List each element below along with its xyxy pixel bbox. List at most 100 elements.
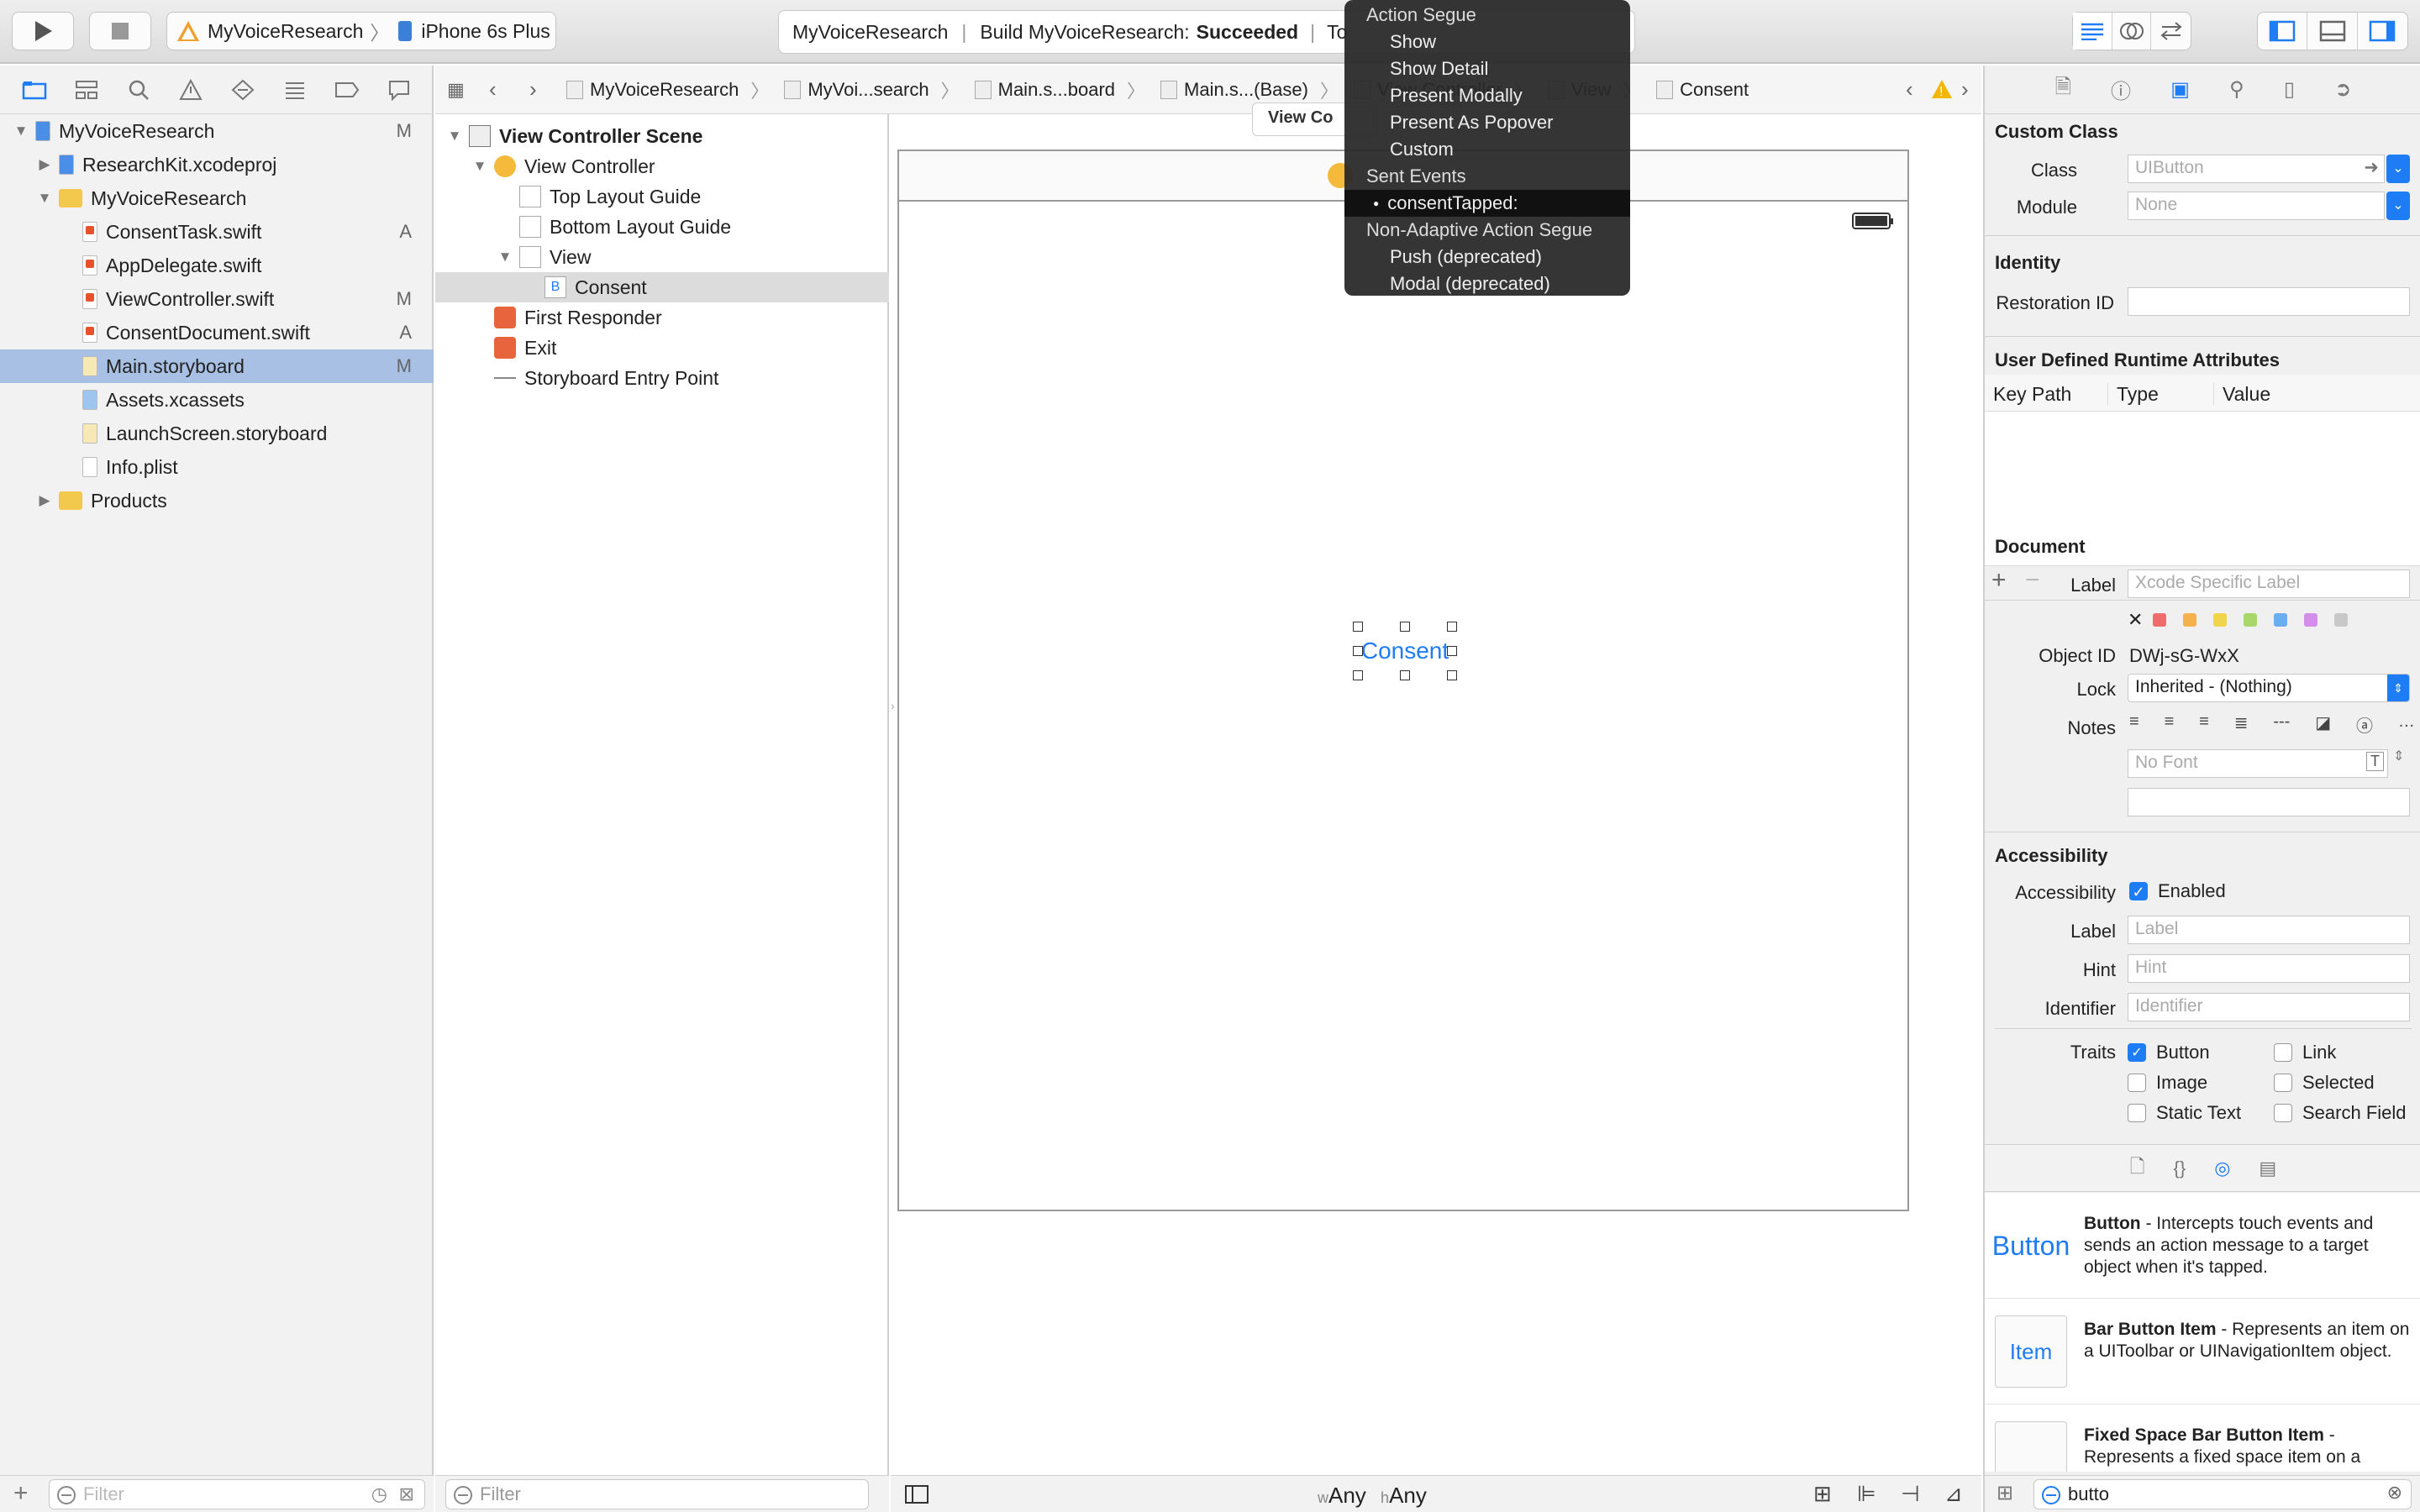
next-issue-button[interactable]: › bbox=[1961, 76, 1969, 102]
grid-view-icon[interactable]: ⊞ bbox=[1996, 1481, 2013, 1505]
breadcrumb-item[interactable]: MyVoi...search 〉 bbox=[784, 76, 960, 103]
breadcrumb-item[interactable]: Consent bbox=[1656, 79, 1749, 101]
file-tree-item[interactable]: ViewController.swift M bbox=[0, 282, 434, 316]
breadcrumb-item[interactable]: MyVoiceResearch 〉 bbox=[566, 76, 769, 103]
code-snippet-icon[interactable]: {} bbox=[2174, 1158, 2186, 1179]
identifier-field[interactable]: Identifier bbox=[2128, 993, 2410, 1021]
class-dropdown-icon[interactable]: ⌄ bbox=[2386, 155, 2410, 183]
trait-checkbox[interactable] bbox=[2128, 1104, 2146, 1122]
trait-checkbox[interactable]: ✓ bbox=[2128, 1043, 2146, 1062]
related-items-icon[interactable]: ▦ bbox=[447, 79, 489, 101]
resize-handle[interactable] bbox=[1353, 646, 1363, 656]
file-tree-item[interactable]: LaunchScreen.storyboard bbox=[0, 417, 434, 450]
library-item[interactable]: Item Bar Button Item - Represents an item… bbox=[1985, 1299, 2420, 1404]
prev-issue-button[interactable]: ‹ bbox=[1906, 76, 1913, 102]
trait-option[interactable]: Selected bbox=[2274, 1072, 2375, 1094]
clear-color-icon[interactable]: ✕ bbox=[2128, 609, 2143, 631]
background-color-icon[interactable]: ◪ bbox=[2315, 712, 2331, 738]
menu-item[interactable]: Present As Popover bbox=[1344, 109, 1630, 136]
standard-editor-button[interactable] bbox=[2073, 13, 2112, 50]
pin-icon[interactable]: ⊣ bbox=[1901, 1481, 1920, 1507]
outline-item[interactable]: Top Layout Guide bbox=[435, 181, 889, 212]
resize-handle[interactable] bbox=[1447, 646, 1457, 656]
file-template-icon[interactable]: 🗋 bbox=[2130, 1152, 2145, 1184]
text-color-icon[interactable]: ⓐ bbox=[2356, 712, 2373, 738]
notes-field[interactable] bbox=[2128, 788, 2410, 816]
file-tree-item[interactable]: Main.storyboard M bbox=[0, 349, 434, 383]
trait-option[interactable]: ✓ Button bbox=[2128, 1042, 2210, 1063]
consent-button[interactable]: Consent bbox=[1353, 622, 1457, 680]
file-tree-item[interactable]: AppDelegate.swift bbox=[0, 249, 434, 282]
font-field[interactable]: No Font T bbox=[2128, 749, 2388, 778]
outline-collapse-handle[interactable]: › bbox=[891, 699, 896, 716]
outline-item[interactable]: B Consent bbox=[435, 272, 889, 302]
disclosure-open-icon[interactable]: ▼ bbox=[35, 190, 54, 207]
menu-item[interactable]: Present Modally bbox=[1344, 82, 1630, 109]
more-icon[interactable]: … bbox=[2398, 712, 2415, 738]
acc-label-field[interactable]: Label bbox=[2128, 916, 2410, 944]
resize-handle[interactable] bbox=[1353, 622, 1363, 632]
file-inspector-icon[interactable]: 🗎 bbox=[2055, 72, 2071, 107]
hierarchy-icon[interactable] bbox=[72, 77, 101, 102]
justify-icon[interactable]: ≣ bbox=[2234, 712, 2249, 738]
align-left-icon[interactable]: ≡ bbox=[2129, 712, 2139, 738]
file-tree-item[interactable]: ▶ ResearchKit.xcodeproj bbox=[0, 148, 434, 181]
warning-icon[interactable] bbox=[176, 77, 205, 102]
library-search-field[interactable]: butto ⊗ bbox=[2033, 1479, 2412, 1509]
view-controller-scene[interactable]: Consent bbox=[897, 150, 1909, 1211]
resize-handle[interactable] bbox=[1353, 670, 1363, 680]
version-editor-button[interactable] bbox=[2151, 13, 2191, 50]
trait-option[interactable]: Static Text bbox=[2128, 1102, 2241, 1124]
connections-inspector-icon[interactable]: ➲ bbox=[2334, 77, 2351, 102]
report-icon[interactable] bbox=[385, 77, 413, 102]
file-tree-item[interactable]: ConsentDocument.swift A bbox=[0, 316, 434, 349]
trait-checkbox[interactable] bbox=[2274, 1043, 2292, 1062]
disclosure-closed-icon[interactable]: ▶ bbox=[35, 156, 54, 173]
stepper-icon[interactable]: ⇕ bbox=[2393, 748, 2404, 764]
show-outline-icon[interactable] bbox=[904, 1484, 929, 1504]
clock-icon[interactable]: ◷ bbox=[371, 1483, 387, 1505]
align-center-icon[interactable]: ≡ bbox=[2165, 712, 2175, 738]
media-library-icon[interactable]: ▤ bbox=[2259, 1158, 2276, 1179]
menu-item[interactable]: Show Detail bbox=[1344, 55, 1630, 82]
file-tree-item[interactable]: Info.plist bbox=[0, 450, 434, 484]
assistant-editor-button[interactable] bbox=[2112, 13, 2152, 50]
color-label-swatch[interactable] bbox=[2213, 613, 2228, 627]
color-label-swatch[interactable] bbox=[2334, 613, 2349, 627]
library-item[interactable]: Fixed Space Bar Button Item - Represents… bbox=[1985, 1404, 2420, 1472]
module-field[interactable]: None bbox=[2128, 192, 2385, 220]
navigator-filter[interactable]: Filter ◷ ⊠ bbox=[49, 1479, 425, 1509]
warning-icon[interactable]: ! bbox=[1931, 79, 1953, 99]
menu-item[interactable]: ● consentTapped: bbox=[1344, 190, 1630, 217]
identity-inspector-icon[interactable]: ▣ bbox=[2170, 77, 2190, 102]
align-right-icon[interactable]: ≡ bbox=[2199, 712, 2209, 738]
restoration-id-field[interactable] bbox=[2128, 287, 2410, 316]
clear-search-icon[interactable]: ⊗ bbox=[2387, 1482, 2402, 1504]
toggle-utilities-button[interactable] bbox=[2358, 13, 2407, 50]
outline-item[interactable]: First Responder bbox=[435, 302, 889, 333]
trait-option[interactable]: Search Field bbox=[2274, 1102, 2407, 1124]
align-icon[interactable]: ⊫ bbox=[1857, 1481, 1876, 1507]
object-library-icon[interactable]: ◎ bbox=[2214, 1158, 2230, 1179]
resize-handle[interactable] bbox=[1400, 622, 1410, 632]
test-diamond-icon[interactable] bbox=[229, 77, 257, 102]
stop-button[interactable] bbox=[89, 12, 151, 50]
file-tree-item[interactable]: ConsentTask.swift A bbox=[0, 215, 434, 249]
disclosure-closed-icon[interactable]: ▶ bbox=[35, 492, 54, 509]
toggle-navigator-button[interactable] bbox=[2258, 13, 2308, 50]
forward-button[interactable]: › bbox=[529, 76, 566, 102]
outline-item[interactable]: ▼ View Controller bbox=[435, 151, 889, 181]
outline-filter[interactable]: Filter bbox=[445, 1479, 869, 1509]
trait-checkbox[interactable] bbox=[2128, 1074, 2146, 1092]
menu-item[interactable]: Show bbox=[1344, 29, 1630, 55]
debug-list-icon[interactable] bbox=[281, 77, 309, 102]
back-button[interactable]: ‹ bbox=[489, 76, 529, 102]
color-label-swatch[interactable] bbox=[2274, 613, 2288, 627]
file-tree-item[interactable]: ▶ Products bbox=[0, 484, 434, 517]
menu-item[interactable]: Push (deprecated) bbox=[1344, 244, 1630, 270]
outline-item[interactable]: Bottom Layout Guide bbox=[435, 212, 889, 242]
dashes-icon[interactable]: --- bbox=[2273, 712, 2290, 738]
folder-icon[interactable] bbox=[20, 77, 49, 102]
size-class-control[interactable]: wAny hAny bbox=[1318, 1483, 1427, 1509]
accessibility-enabled-checkbox[interactable]: ✓ bbox=[2129, 882, 2148, 900]
